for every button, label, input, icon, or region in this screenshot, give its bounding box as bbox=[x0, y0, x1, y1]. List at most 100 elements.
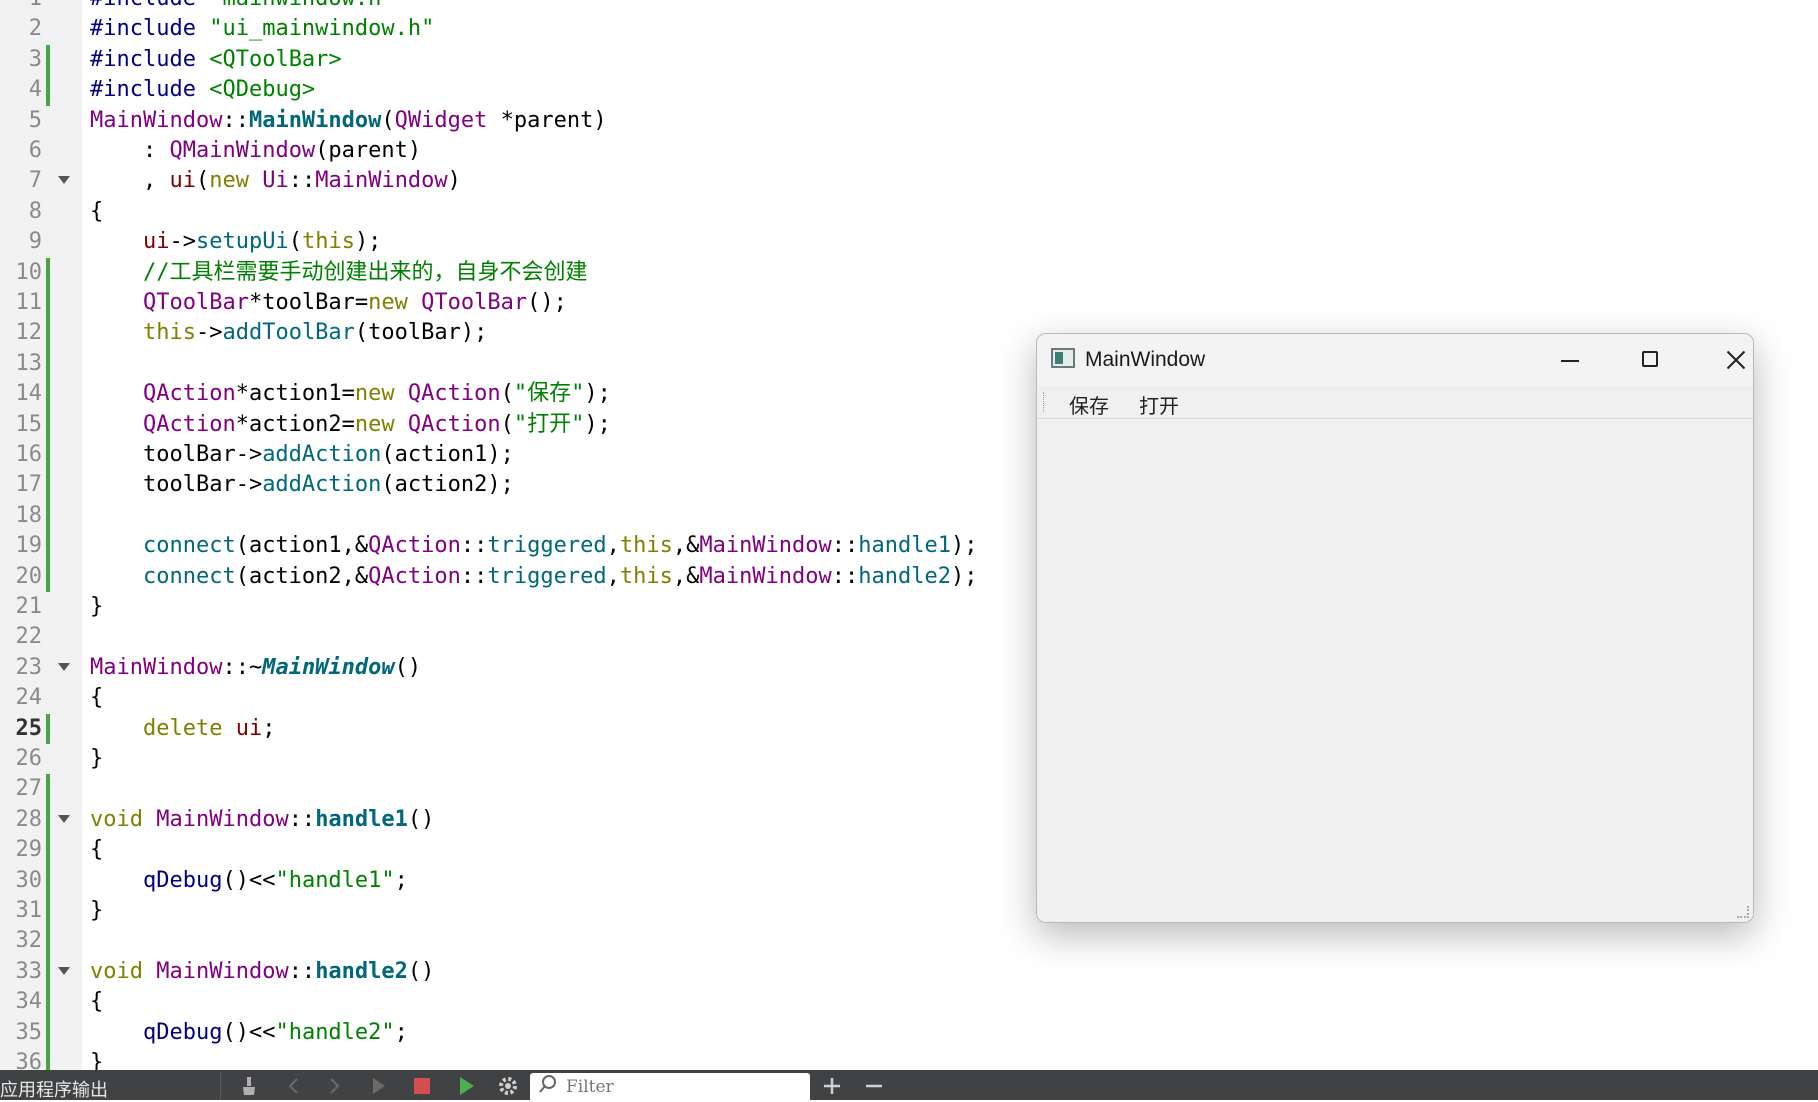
code-line[interactable]: 36} bbox=[0, 1048, 1818, 1070]
code-text: { bbox=[90, 987, 103, 1017]
code-line[interactable]: 8{ bbox=[0, 197, 1818, 227]
code-token: qDebug bbox=[142, 867, 223, 893]
code-token: handle2 bbox=[315, 958, 408, 984]
code-line[interactable]: 4 #include <QDebug> bbox=[0, 75, 1818, 106]
code-token: () bbox=[407, 806, 435, 832]
code-line[interactable]: 1 #include "mainwindow.h" bbox=[0, 0, 1818, 14]
code-text: #include "ui_mainwindow.h" bbox=[90, 14, 434, 44]
modified-line-marker bbox=[46, 409, 50, 440]
code-token: ()<< bbox=[222, 867, 276, 893]
code-token: :: bbox=[288, 806, 316, 832]
code-token: delete bbox=[142, 715, 236, 741]
code-token: triggered bbox=[487, 563, 607, 589]
code-token: ( bbox=[500, 411, 514, 437]
code-text: #include <QDebug> bbox=[90, 75, 315, 105]
code-token: MainWindow bbox=[315, 168, 448, 194]
filter-input[interactable] bbox=[564, 1074, 798, 1100]
code-token: this bbox=[619, 533, 673, 559]
code-token: { bbox=[90, 837, 104, 863]
code-line[interactable]: 11 QToolBar*toolBar=new QToolBar(); bbox=[0, 288, 1818, 319]
minimize-button[interactable] bbox=[1539, 340, 1599, 380]
code-token: this bbox=[619, 563, 673, 589]
code-text: #include "mainwindow.h" bbox=[90, 0, 395, 14]
code-token: ( bbox=[288, 229, 302, 255]
size-grip[interactable] bbox=[1737, 906, 1749, 918]
code-line[interactable]: 33 void MainWindow::handle2() bbox=[0, 956, 1818, 988]
stop-icon[interactable] bbox=[410, 1074, 434, 1098]
code-token: QAction bbox=[142, 411, 236, 437]
modified-line-marker bbox=[46, 1017, 50, 1048]
line-number: 26 bbox=[15, 746, 43, 771]
line-number: 20 bbox=[15, 563, 43, 589]
code-token: ; bbox=[394, 867, 408, 893]
close-button[interactable] bbox=[1703, 340, 1753, 380]
modified-line-marker bbox=[46, 500, 50, 532]
code-line[interactable]: 32 bbox=[0, 926, 1818, 957]
toolbar-grip[interactable] bbox=[1043, 392, 1047, 412]
code-line[interactable]: 34 { bbox=[0, 987, 1818, 1018]
code-token: ); bbox=[584, 411, 611, 437]
code-line[interactable]: 10 //工具栏需要手动创建出来的，自身不会创建 bbox=[0, 257, 1818, 288]
code-token: <QDebug> bbox=[209, 77, 316, 103]
line-number: 13 bbox=[15, 350, 43, 376]
code-token: void bbox=[90, 806, 157, 832]
code-text: } bbox=[90, 896, 103, 926]
code-line[interactable]: 9 ui->setupUi(this); bbox=[0, 227, 1818, 257]
remove-icon[interactable] bbox=[862, 1074, 886, 1098]
code-token: qDebug bbox=[142, 1019, 223, 1045]
output-pane-title: 应用程序输出 bbox=[0, 1080, 108, 1100]
code-token: (); bbox=[527, 290, 567, 315]
code-token: MainWindow bbox=[248, 107, 382, 133]
code-line[interactable]: 3 #include <QToolBar> bbox=[0, 44, 1818, 76]
settings-icon[interactable] bbox=[496, 1074, 520, 1098]
app-window[interactable]: MainWindow 保存 打开 bbox=[1036, 333, 1754, 923]
code-token: MainWindow bbox=[90, 107, 223, 133]
code-text: } bbox=[90, 744, 103, 774]
maximize-button[interactable] bbox=[1621, 340, 1681, 380]
fold-arrow-icon[interactable] bbox=[58, 966, 70, 975]
modified-line-marker bbox=[46, 318, 50, 349]
code-token: ,& bbox=[672, 533, 700, 559]
run-icon[interactable] bbox=[366, 1074, 390, 1098]
code-text: qDebug()<<"handle1"; bbox=[90, 866, 408, 896]
fold-arrow-icon[interactable] bbox=[58, 662, 70, 671]
code-token: #include bbox=[90, 77, 210, 103]
code-line[interactable]: 2 #include "ui_mainwindow.h" bbox=[0, 14, 1818, 44]
code-token: void bbox=[90, 958, 157, 984]
code-token: (action1,& bbox=[235, 533, 369, 559]
code-token: } bbox=[90, 746, 104, 771]
toolbar-action-save[interactable]: 保存 bbox=[1065, 390, 1113, 419]
line-number: 23 bbox=[15, 654, 43, 680]
prev-icon[interactable] bbox=[282, 1074, 306, 1098]
code-line[interactable]: 35 qDebug()<<"handle2"; bbox=[0, 1017, 1818, 1048]
line-number: 5 bbox=[28, 107, 42, 133]
code-line[interactable]: 6 : QMainWindow(parent) bbox=[0, 136, 1818, 166]
modified-line-marker bbox=[46, 75, 50, 106]
add-icon[interactable] bbox=[820, 1074, 844, 1098]
window-titlebar[interactable]: MainWindow bbox=[1037, 334, 1753, 386]
application-output-bar: 应用程序输出 bbox=[0, 1070, 1818, 1100]
code-token: (action2); bbox=[381, 472, 514, 498]
code-token: ()<< bbox=[222, 1019, 276, 1045]
clean-icon[interactable] bbox=[238, 1074, 262, 1098]
code-line[interactable]: 5 MainWindow::MainWindow(QWidget *parent) bbox=[0, 106, 1818, 136]
code-text: : QMainWindow(parent) bbox=[90, 136, 421, 166]
fold-arrow-icon[interactable] bbox=[58, 814, 70, 823]
code-token: (toolBar); bbox=[354, 320, 488, 346]
line-number: 14 bbox=[15, 381, 43, 407]
fold-arrow-icon[interactable] bbox=[58, 176, 70, 185]
code-text: { bbox=[90, 197, 103, 227]
code-token: :: bbox=[288, 958, 316, 984]
line-number: 28 bbox=[15, 806, 43, 832]
modified-line-marker bbox=[46, 896, 50, 927]
next-icon[interactable] bbox=[322, 1074, 346, 1098]
toolbar-action-open[interactable]: 打开 bbox=[1135, 390, 1183, 419]
code-token: "ui_mainwindow.h" bbox=[209, 16, 435, 42]
code-token: QAction bbox=[407, 381, 501, 407]
code-line[interactable]: 7 , ui(new Ui::MainWindow) bbox=[0, 166, 1818, 196]
code-token: #include bbox=[90, 16, 210, 42]
debug-run-icon[interactable] bbox=[454, 1074, 478, 1098]
